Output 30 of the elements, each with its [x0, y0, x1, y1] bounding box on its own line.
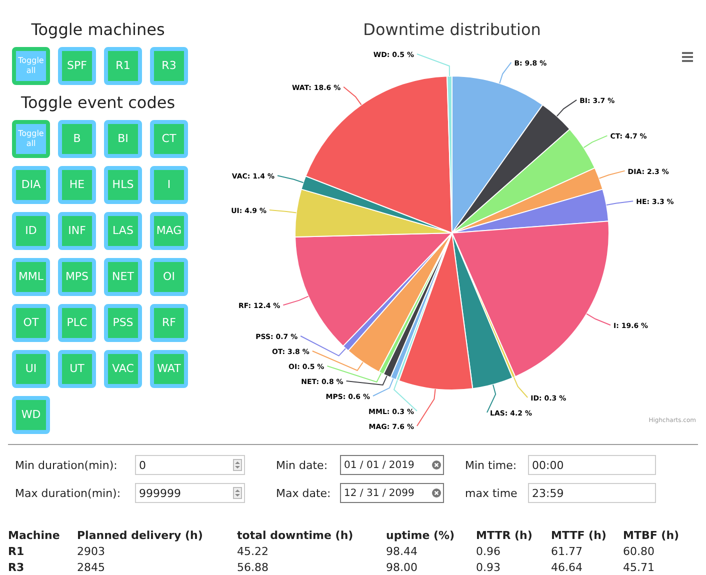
table-cell-text: 60.80 — [623, 545, 656, 558]
field-label: max time — [464, 486, 518, 500]
field-label: Min time: — [464, 458, 518, 472]
table-cell-text: 46.64 — [551, 561, 584, 574]
table-cell-text: 61.77 — [551, 545, 584, 558]
field-label: Max duration(min): — [15, 486, 122, 500]
table-cell-text: R3 — [8, 561, 26, 574]
table-cell-text: 56.88 — [237, 561, 270, 574]
field-label: Max date: — [275, 486, 332, 500]
table-cell-text: 2845 — [77, 561, 106, 574]
table-cell-text: 98.44 — [386, 545, 418, 558]
column-header: Machine — [8, 529, 61, 542]
chart-title: Downtime distribution — [363, 20, 541, 39]
table-cell-text: 45.71 — [623, 561, 656, 574]
table-cell-text: 0.93 — [476, 561, 502, 574]
column-header: total downtime (h) — [237, 529, 354, 542]
field-label: Min duration(min): — [15, 458, 118, 472]
section-title: Toggle event codes — [20, 93, 176, 112]
column-header: MTBF (h) — [623, 529, 680, 542]
column-header: MTTF (h) — [551, 529, 608, 542]
column-header: MTTR (h) — [476, 529, 534, 542]
table-cell-text: 2903 — [77, 545, 106, 558]
table-cell-text: 45.22 — [237, 545, 270, 558]
table-cell-text: 98.00 — [386, 561, 418, 574]
column-header: Planned delivery (h) — [77, 529, 204, 542]
field-label: Min date: — [275, 458, 329, 472]
table-cell-text: 0.96 — [476, 545, 502, 558]
table-cell-text: R1 — [8, 545, 26, 558]
column-header: uptime (%) — [386, 529, 456, 542]
section-title: Toggle machines — [30, 20, 166, 39]
